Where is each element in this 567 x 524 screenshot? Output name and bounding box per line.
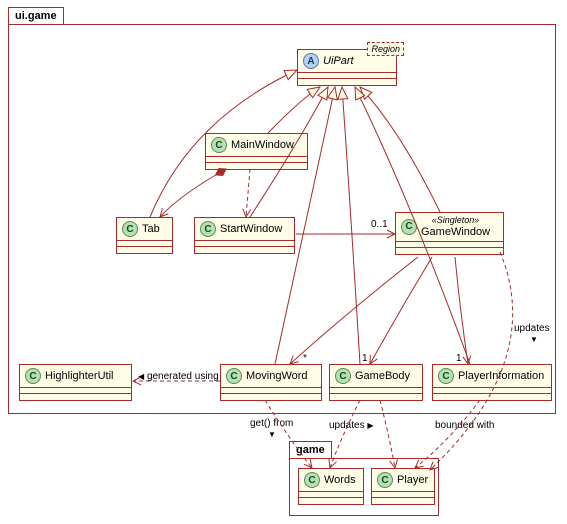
class-icon: C (401, 219, 417, 235)
class-icon: C (200, 221, 216, 237)
class-icon: C (122, 221, 138, 237)
class-uipart: Region A UiPart (297, 49, 397, 86)
mult-star: * (303, 353, 307, 364)
class-player: C Player (371, 468, 435, 505)
label-updates: updates ▶ (329, 420, 374, 431)
label-get-from: get() from▼ (250, 418, 293, 440)
class-icon: C (438, 368, 454, 384)
class-tab-name: Tab (142, 223, 160, 235)
stereotype-singleton: «Singleton» (432, 216, 480, 226)
mult-0-1: 0..1 (371, 219, 388, 230)
class-gamebody-name: GameBody (355, 370, 410, 382)
package-uigame-label: ui.game (8, 7, 64, 24)
label-generated-using: ◀ generated using (138, 371, 219, 382)
class-playerinformation: C PlayerInformation (432, 364, 552, 401)
class-movingword-name: MovingWord (246, 370, 308, 382)
class-gamewindow-name: GameWindow (421, 226, 490, 238)
class-tab: C Tab (116, 217, 173, 254)
class-icon: C (226, 368, 242, 384)
class-icon: C (304, 472, 320, 488)
class-uipart-name: UiPart (323, 55, 354, 67)
class-startwindow: C StartWindow (194, 217, 295, 254)
package-game-label: game (289, 441, 332, 458)
class-mainwindow-name: MainWindow (231, 139, 294, 151)
label-bounded-with: bounded with (435, 420, 495, 431)
class-icon: C (377, 472, 393, 488)
class-gamebody: C GameBody (329, 364, 423, 401)
class-words-name: Words (324, 474, 356, 486)
label-updates-right: updates▼ (514, 323, 550, 345)
class-icon: C (335, 368, 351, 384)
class-player-name: Player (397, 474, 428, 486)
mult-1b: 1 (456, 353, 462, 364)
class-gamewindow: C «Singleton» GameWindow (395, 212, 504, 255)
class-highlighterutil-name: HighlighterUtil (45, 370, 113, 382)
abstract-icon: A (303, 53, 319, 69)
class-movingword: C MovingWord (220, 364, 322, 401)
class-mainwindow: C MainWindow (205, 133, 308, 170)
class-icon: C (211, 137, 227, 153)
class-playerinformation-name: PlayerInformation (458, 370, 544, 382)
class-startwindow-name: StartWindow (220, 223, 282, 235)
class-words: C Words (298, 468, 364, 505)
class-highlighterutil: C HighlighterUtil (19, 364, 132, 401)
template-param: Region (367, 42, 404, 56)
class-icon: C (25, 368, 41, 384)
mult-1a: 1 (362, 353, 368, 364)
